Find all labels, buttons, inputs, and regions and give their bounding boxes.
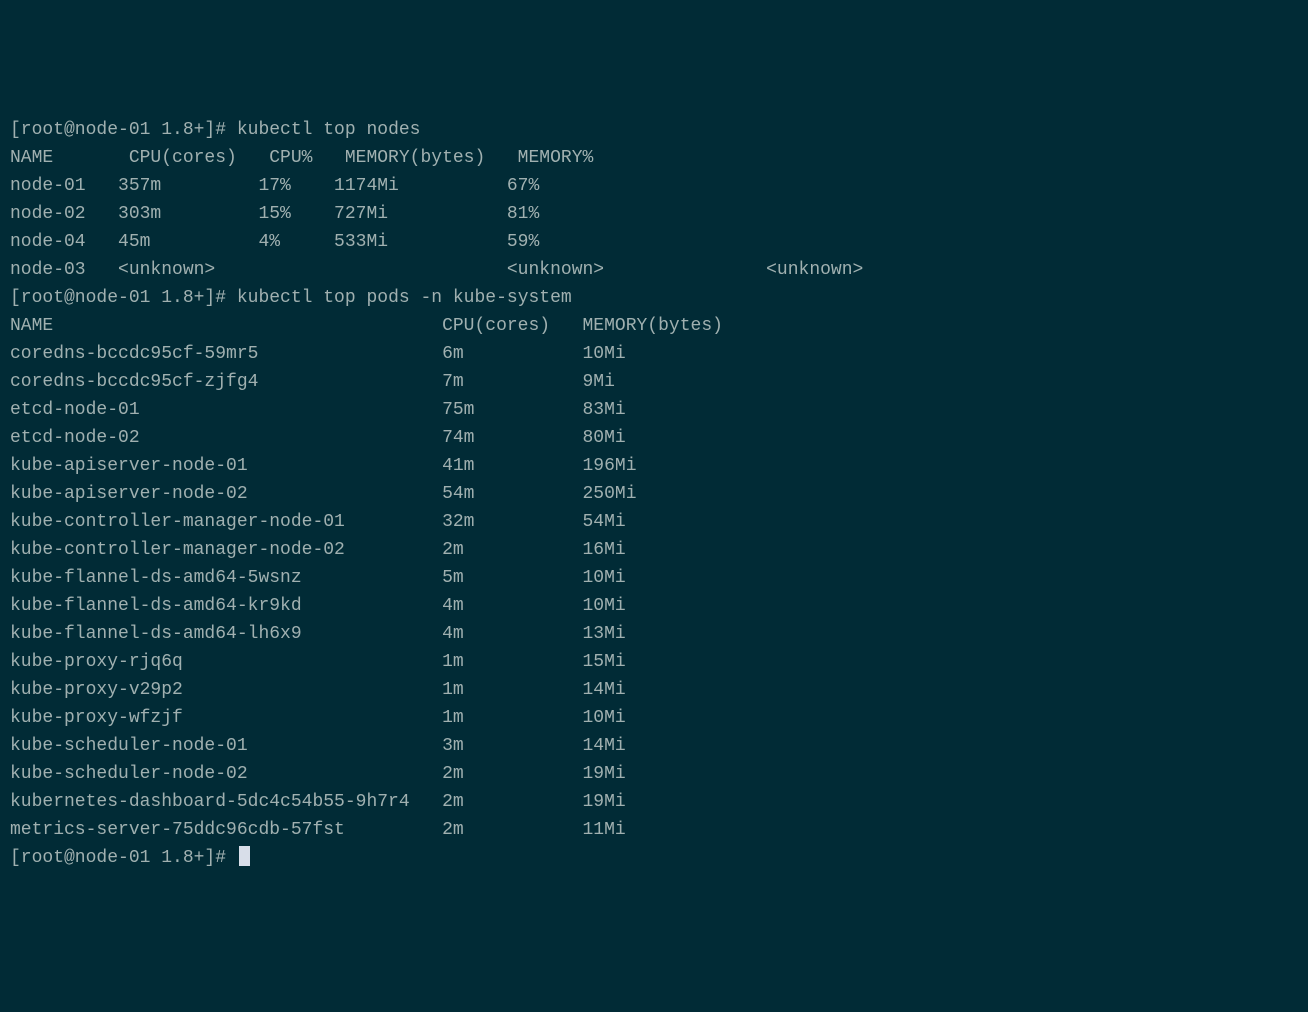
command-line-1: [root@node-01 1.8+]# kubectl top nodes [10,116,1298,144]
pod-row: kube-flannel-ds-amd64-5wsnz 5m 10Mi [10,564,1298,592]
pod-row: metrics-server-75ddc96cdb-57fst 2m 11Mi [10,816,1298,844]
pod-row: kube-apiserver-node-01 41m 196Mi [10,452,1298,480]
node-row: node-02 303m 15% 727Mi 81% [10,200,1298,228]
terminal-output[interactable]: [root@node-01 1.8+]# kubectl top nodesNA… [10,116,1298,872]
command-line-2: [root@node-01 1.8+]# kubectl top pods -n… [10,284,1298,312]
pod-row: coredns-bccdc95cf-zjfg4 7m 9Mi [10,368,1298,396]
pod-row: etcd-node-02 74m 80Mi [10,424,1298,452]
pod-row: kube-controller-manager-node-01 32m 54Mi [10,508,1298,536]
command-line-3[interactable]: [root@node-01 1.8+]# [10,844,1298,872]
pod-row: kube-flannel-ds-amd64-lh6x9 4m 13Mi [10,620,1298,648]
prompt-1: [root@node-01 1.8+]# [10,120,237,140]
prompt-2: [root@node-01 1.8+]# [10,288,237,308]
pod-row: kubernetes-dashboard-5dc4c54b55-9h7r4 2m… [10,788,1298,816]
pod-row: kube-apiserver-node-02 54m 250Mi [10,480,1298,508]
pod-row: kube-scheduler-node-02 2m 19Mi [10,760,1298,788]
prompt-3: [root@node-01 1.8+]# [10,848,237,868]
command-1: kubectl top nodes [237,120,421,140]
pod-row: kube-proxy-rjq6q 1m 15Mi [10,648,1298,676]
pod-row: etcd-node-01 75m 83Mi [10,396,1298,424]
node-row: node-03 <unknown> <unknown> <unknown> [10,256,1298,284]
command-2: kubectl top pods -n kube-system [237,288,572,308]
pod-row: kube-controller-manager-node-02 2m 16Mi [10,536,1298,564]
pod-row: kube-proxy-wfzjf 1m 10Mi [10,704,1298,732]
node-row: node-01 357m 17% 1174Mi 67% [10,172,1298,200]
pod-row: kube-flannel-ds-amd64-kr9kd 4m 10Mi [10,592,1298,620]
cursor-icon [239,846,250,866]
node-row: node-04 45m 4% 533Mi 59% [10,228,1298,256]
nodes-header: NAME CPU(cores) CPU% MEMORY(bytes) MEMOR… [10,144,1298,172]
pods-header: NAME CPU(cores) MEMORY(bytes) [10,312,1298,340]
pod-row: kube-scheduler-node-01 3m 14Mi [10,732,1298,760]
pod-row: coredns-bccdc95cf-59mr5 6m 10Mi [10,340,1298,368]
pod-row: kube-proxy-v29p2 1m 14Mi [10,676,1298,704]
